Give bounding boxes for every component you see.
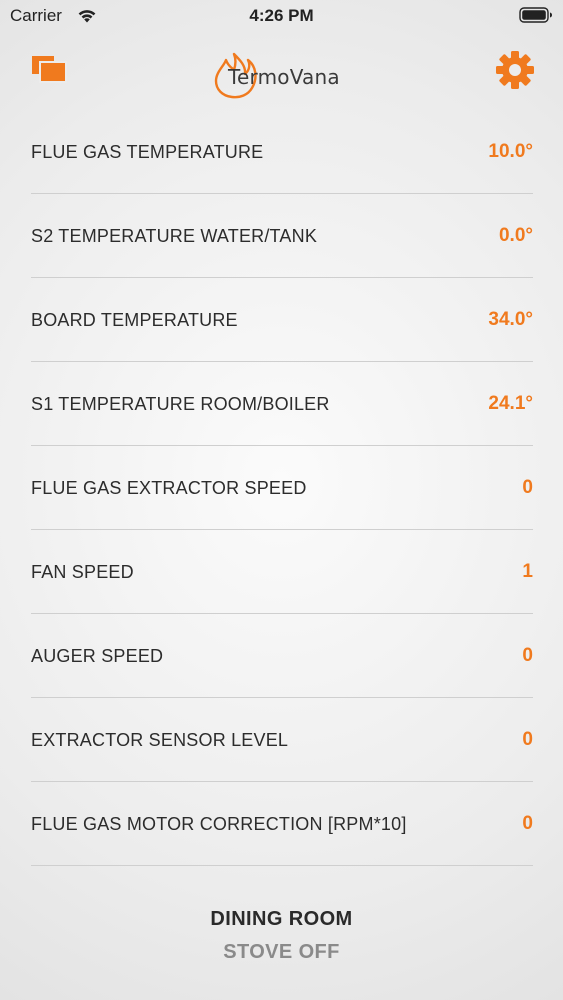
status-bar: Carrier 4:26 PM	[0, 0, 563, 32]
stove-status: STOVE OFF	[223, 941, 340, 963]
app-header: TermoVana	[0, 40, 563, 112]
parameter-label: AUGER SPEED	[31, 646, 164, 666]
rooms-icon[interactable]	[30, 54, 70, 88]
parameter-label: FLUE GAS MOTOR CORRECTION [RPM*10]	[31, 814, 407, 834]
parameter-label: FAN SPEED	[31, 562, 134, 582]
parameter-value: 0	[522, 813, 533, 834]
app-name: TermoVana	[228, 65, 340, 89]
list-item: FAN SPEED 1	[31, 530, 533, 614]
parameter-value: 0	[522, 729, 533, 750]
parameter-label: EXTRACTOR SENSOR LEVEL	[31, 730, 289, 750]
parameter-value: 1	[522, 561, 533, 582]
parameter-label: BOARD TEMPERATURE	[31, 310, 238, 330]
list-item: FLUE GAS EXTRACTOR SPEED 0	[31, 446, 533, 530]
list-item: AUGER SPEED 0	[31, 614, 533, 698]
clock-time: 4:26 PM	[249, 6, 314, 25]
parameter-value: 10.0°	[488, 141, 533, 162]
parameter-label: FLUE GAS TEMPERATURE	[31, 142, 264, 162]
battery-icon	[519, 7, 552, 23]
room-name: DINING ROOM	[210, 908, 353, 930]
list-item: FLUE GAS TEMPERATURE 10.0°	[31, 110, 533, 194]
settings-gear-icon[interactable]	[495, 50, 535, 90]
list-item: S1 TEMPERATURE ROOM/BOILER 24.1°	[31, 362, 533, 446]
parameter-value: 34.0°	[488, 309, 533, 330]
parameter-value: 0	[522, 477, 533, 498]
list-item: EXTRACTOR SENSOR LEVEL 0	[31, 698, 533, 782]
termovana-logo: TermoVana	[212, 44, 362, 104]
list-item: S2 TEMPERATURE WATER/TANK 0.0°	[31, 194, 533, 278]
parameters-list: FLUE GAS TEMPERATURE 10.0° S2 TEMPERATUR…	[31, 110, 533, 866]
parameter-label: S2 TEMPERATURE WATER/TANK	[31, 226, 318, 246]
parameter-value: 24.1°	[488, 393, 533, 414]
parameter-value: 0.0°	[498, 225, 533, 246]
list-item: FLUE GAS MOTOR CORRECTION [RPM*10] 0	[31, 782, 533, 866]
parameter-value: 0	[522, 645, 533, 666]
footer-status: DINING ROOM STOVE OFF	[0, 908, 563, 964]
parameter-label: FLUE GAS EXTRACTOR SPEED	[31, 478, 307, 498]
parameter-label: S1 TEMPERATURE ROOM/BOILER	[31, 394, 330, 414]
list-item: BOARD TEMPERATURE 34.0°	[31, 278, 533, 362]
